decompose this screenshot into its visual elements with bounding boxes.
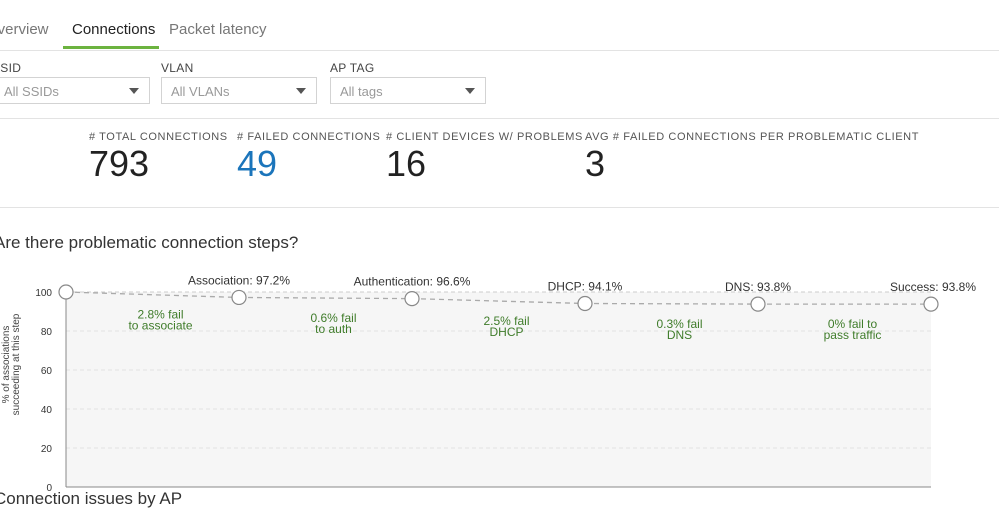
y-tick-label: 100 [35,288,52,299]
step-marker [923,296,939,312]
step-marker [231,289,247,306]
chevron-down-icon [296,88,306,94]
issues-section-title: Connection issues by AP [0,489,183,508]
step-label: DHCP: 94.1% [548,280,623,294]
step-marker [58,284,74,300]
ssid-select-value: All SSIDs [4,84,59,99]
y-axis-title-line: succeeding at this step [11,313,22,415]
y-tick-label: 20 [41,444,53,455]
divider [0,207,999,208]
tab-connections[interactable]: Connections [72,21,155,38]
tab-bar: Overview Connections Packet latency [0,0,999,51]
vlan-select[interactable]: All VLANs [161,77,317,104]
avg-failed-value: 3 [585,143,606,184]
client-devices-value: 16 [386,143,427,184]
ap-tag-select[interactable]: All tags [330,77,486,104]
failed-connections-label: # FAILED CONNECTIONS [237,131,381,143]
tab-overview[interactable]: Overview [0,21,49,38]
divider [0,118,999,119]
connection-steps-chart: 020406080100 % of associations succeeding… [1,273,976,494]
ssid-select[interactable]: All SSIDs [0,77,150,104]
fail-label: to auth [315,322,352,336]
fail-label: pass traffic [824,328,882,342]
ap-tag-select-value: All tags [340,84,383,99]
y-tick-label: 40 [41,405,53,416]
vlan-select-value: All VLANs [171,84,230,99]
step-label: Success: 93.8% [890,280,976,294]
ssid-filter-label: SSID [0,61,22,75]
avg-failed-label: AVG # FAILED CONNECTIONS PER PROBLEMATIC… [585,131,920,143]
y-axis-title: % of associations succeeding at this step [1,313,22,415]
active-tab-indicator [63,46,159,49]
step-label: Authentication: 96.6% [354,275,471,289]
step-marker [750,296,766,312]
client-devices-label: # CLIENT DEVICES W/ PROBLEMS [386,131,583,143]
failed-connections-value[interactable]: 49 [237,143,277,185]
step-marker [577,295,593,312]
vlan-filter-label: VLAN [161,61,194,75]
step-label: DNS: 93.8% [725,280,791,294]
steps-section-title: Are there problematic connection steps? [0,233,299,252]
total-connections-label: # TOTAL CONNECTIONS [89,131,228,143]
tab-packet-latency[interactable]: Packet latency [169,21,267,38]
total-connections-value: 793 [89,143,150,184]
fail-label: DHCP [489,325,523,339]
fail-label: DNS [667,328,692,342]
y-tick-label: 60 [41,366,53,377]
step-label: Association: 97.2% [188,273,290,287]
ap-tag-filter-label: AP TAG [330,61,375,75]
step-marker [404,291,420,307]
fail-label: to associate [128,319,192,333]
chevron-down-icon [129,88,139,94]
chevron-down-icon [465,88,475,94]
y-tick-label: 80 [41,327,53,338]
y-axis-ticks: 020406080100 [35,288,52,494]
